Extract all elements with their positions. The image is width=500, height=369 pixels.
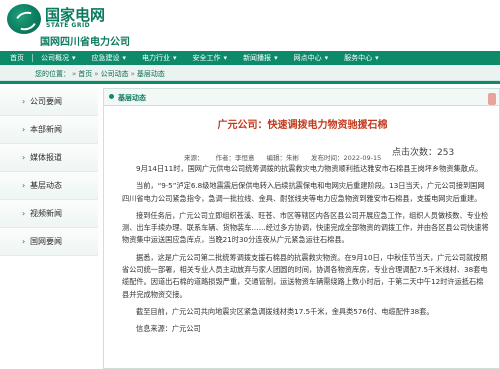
chevron-down-icon: ▾ — [274, 54, 278, 62]
meta-time: 发布时间：2022-09-15 — [311, 154, 382, 162]
sidebar-item-label: 媒体报道 — [30, 153, 62, 162]
article-paragraph: 据悉，这是广元公司第二批统筹调拨支援石棉县的抗震救灾物资。在9月10日，中秋佳节… — [122, 252, 488, 299]
nav-label: 新闻播报 — [243, 54, 272, 62]
scrollbar-thumb[interactable] — [488, 93, 496, 105]
chevron-right-icon: › — [22, 125, 26, 134]
meta-author: 作者：李恒意 — [215, 154, 255, 162]
view-count-value: 253 — [437, 148, 455, 158]
breadcrumb-home[interactable]: 首页 — [78, 70, 92, 78]
breadcrumb: 您的位置：» 首页» 公司动态» 基层动态 — [0, 65, 500, 81]
chevron-down-icon: ▾ — [173, 54, 177, 62]
sidebar-item-label: 基层动态 — [30, 181, 62, 190]
section-title: 基层动态 — [118, 94, 146, 102]
chevron-down-icon: ▾ — [122, 54, 127, 62]
sidebar: › 公司要闻 › 本部新闻 › 媒体报道 › 基层动态 › 视频新闻 › 国网要闻 — [0, 88, 98, 256]
article-source-line: 信息来源：广元公司 — [136, 324, 201, 334]
sidebar-item-hq-news[interactable]: › 本部新闻 — [0, 116, 98, 144]
nav-item-emergency[interactable]: 应急建设 ▾ — [84, 51, 135, 65]
nav-item-safety[interactable]: 安全工作 ▾ — [185, 51, 236, 65]
meta-source: 来源： — [184, 154, 204, 162]
breadcrumb-accent-bar — [0, 81, 500, 84]
chevron-right-icon: › — [22, 97, 26, 106]
sidebar-item-grassroots[interactable]: › 基层动态 — [0, 172, 98, 200]
site-header: 国家电网 STATE GRID 国网四川省电力公司 — [0, 0, 500, 51]
breadcrumb-text: 您的位置：» 首页» 公司动态» 基层动态 — [35, 69, 165, 79]
nav-label: 首页 — [10, 54, 24, 62]
state-grid-logo-icon[interactable] — [7, 4, 41, 34]
article-title: 广元公司：快速调拨电力物资驰援石棉 — [217, 120, 388, 131]
view-count: 点击次数：253 — [392, 145, 454, 158]
article-paragraph: 9月14日11时，国网广元供电公司统筹调拨的抗震救灾电力物资顺利抵达雅安市石棉县… — [136, 164, 483, 173]
nav-item-outlets[interactable]: 网点中心 ▾ — [286, 51, 337, 65]
breadcrumb-level2[interactable]: 公司动态 — [101, 70, 129, 78]
nav-item-home[interactable]: 首页 — [0, 51, 32, 65]
nav-label: 电力行业 — [142, 54, 171, 62]
article-meta: 来源： 作者：李恒意 编辑：朱彬 发布时间：2022-09-15 — [184, 152, 381, 162]
chevron-right-icon: › — [22, 209, 26, 218]
breadcrumb-separator: » — [94, 70, 99, 78]
sidebar-item-sgcc-news[interactable]: › 国网要闻 — [0, 228, 98, 256]
sidebar-item-label: 国网要闻 — [30, 237, 62, 246]
article-paragraph: 截至目前，广元公司共向地震灾区紧急调拨线材类17.5千米，金具类576付、电缆配… — [136, 306, 434, 316]
article-panel: 基层动态 广元公司：快速调拨电力物资驰援石棉 点击次数：253 来源： 作者：李… — [103, 88, 500, 369]
breadcrumb-prefix: 您的位置： — [35, 70, 70, 78]
sidebar-item-company-news[interactable]: › 公司要闻 — [0, 88, 98, 116]
nav-item-company-overview[interactable]: 公司概况 ▾ — [33, 51, 84, 65]
chevron-right-icon: › — [22, 237, 26, 246]
panel-header: 基层动态 — [104, 89, 499, 106]
nav-item-service[interactable]: 服务中心 ▾ — [336, 51, 387, 65]
nav-label: 服务中心 — [344, 54, 373, 62]
sidebar-item-video[interactable]: › 视频新闻 — [0, 200, 98, 228]
chevron-down-icon: ▾ — [72, 54, 76, 62]
meta-editor: 编辑：朱彬 — [266, 154, 300, 162]
sidebar-item-media[interactable]: › 媒体报道 — [0, 144, 98, 172]
article-paragraph: 当前，“9·5”泸定6.8级地震震后保供电转入后续抗震保电和电网灾后重建阶段。1… — [122, 181, 485, 203]
view-count-label: 点击次数： — [392, 148, 438, 158]
nav-label: 应急建设 — [91, 54, 120, 62]
nav-label: 公司概况 — [41, 54, 69, 62]
sidebar-item-label: 公司要闻 — [30, 97, 62, 106]
sidebar-item-label: 视频新闻 — [30, 209, 62, 218]
breadcrumb-separator: » — [130, 70, 135, 78]
article-body: 9月14日11时，国网广元供电公司统筹调拨的抗震救灾电力物资顺利抵达雅安市石棉县… — [122, 163, 490, 341]
breadcrumb-separator: » — [72, 70, 77, 78]
company-name: 国网四川省电力公司 — [40, 37, 130, 48]
brand-name-en: STATE GRID — [46, 22, 91, 29]
chevron-down-icon: ▾ — [324, 54, 329, 62]
article-paragraph: 接到任务后，广元公司立即组织苍溪、旺苍、市区等辖区内各区县公司开展应急工作，组织… — [122, 210, 489, 245]
bullet-dot-icon — [109, 94, 114, 99]
sidebar-item-label: 本部新闻 — [30, 125, 62, 134]
nav-label: 安全工作 — [192, 54, 221, 62]
breadcrumb-level3[interactable]: 基层动态 — [137, 70, 165, 78]
chevron-right-icon: › — [22, 153, 26, 162]
nav-label: 网点中心 — [293, 54, 322, 62]
nav-item-power-industry[interactable]: 电力行业 ▾ — [134, 51, 185, 65]
nav-item-news[interactable]: 新闻播报 ▾ — [235, 51, 286, 65]
main-nav: 首页 公司概况 ▾ 应急建设 ▾ 电力行业 ▾ 安全工作 ▾ 新闻播报 ▾ 网点中心 ▾ 服… — [0, 51, 500, 65]
chevron-down-icon: ▾ — [223, 54, 228, 62]
chevron-right-icon: › — [22, 181, 26, 190]
chevron-down-icon: ▾ — [375, 54, 379, 62]
